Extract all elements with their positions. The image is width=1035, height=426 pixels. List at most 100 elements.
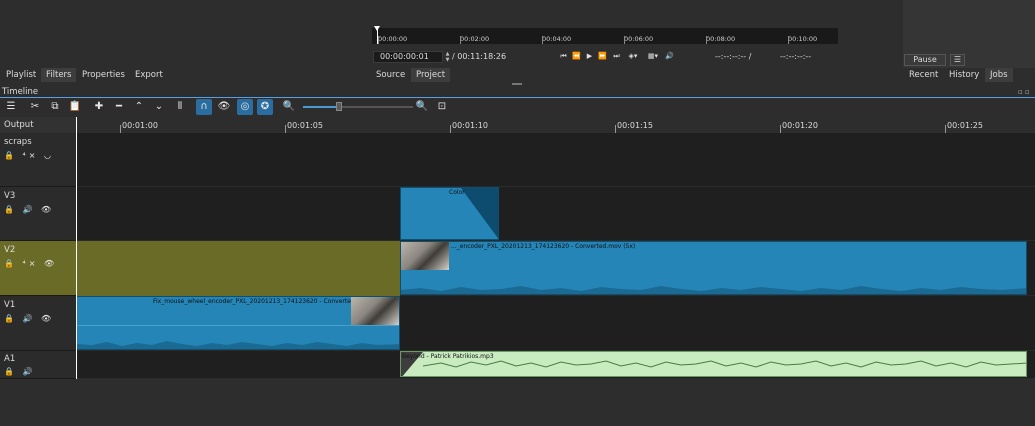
ruler-tick	[706, 36, 707, 44]
track-lane-v2[interactable]: ..._encoder_PXL_20201213_174123620 - Con…	[76, 241, 1035, 296]
split-at-playhead-icon[interactable]: ⫴	[172, 99, 188, 115]
tab-source[interactable]: Source	[371, 68, 410, 82]
timeline-ruler-label: 00:01:25	[947, 121, 983, 130]
audio-waveform	[401, 286, 1026, 294]
track-controls-icons[interactable]: 🔒 🔊 👁	[4, 205, 54, 214]
ruler-tick	[788, 36, 789, 44]
splitter-handle[interactable]	[512, 83, 522, 85]
track-lane-v1[interactable]: Fix_mouse_wheel_encoder_PXL_20201213_174…	[76, 296, 1035, 351]
tab-jobs[interactable]: Jobs	[985, 68, 1013, 82]
clip-title: Color	[449, 189, 465, 196]
clip-thumbnail	[351, 297, 399, 325]
in-point-label: --:--:--:-- /	[715, 52, 752, 61]
fast-forward-button[interactable]: ⏩	[597, 50, 608, 62]
player-ruler-label: 00:00:00	[378, 35, 408, 43]
zoom-slider-handle[interactable]	[336, 102, 342, 111]
in-out-toggle-button[interactable]: ◈▾	[625, 50, 641, 62]
ruler-tick	[378, 36, 379, 44]
tab-filters[interactable]: Filters	[41, 68, 77, 82]
timeline-ruler-tick	[780, 125, 781, 133]
play-button[interactable]: ▶	[584, 50, 595, 62]
panel-float-close-icons[interactable]: ▫ ▫	[1018, 88, 1030, 96]
timeline-ruler-label: 00:01:20	[782, 121, 818, 130]
clip-thumbnail	[401, 242, 449, 270]
tab-properties[interactable]: Properties	[77, 68, 130, 82]
tab-history[interactable]: History	[944, 68, 984, 82]
track-header-a1[interactable]: A1 🔒 🔊	[0, 351, 76, 379]
timeline-ruler[interactable]	[76, 117, 1035, 133]
grid-button[interactable]: ▦▾	[645, 50, 661, 62]
ripple-all-tracks-icon[interactable]: ✪	[257, 99, 273, 115]
zoom-fit-icon[interactable]: ⊡	[434, 99, 450, 115]
player-ruler[interactable]: 00:00:00 00:02:00 00:04:00 00:06:00 00:0…	[372, 28, 838, 44]
cut-icon[interactable]: ✂	[27, 99, 43, 115]
tab-recent[interactable]: Recent	[904, 68, 943, 82]
track-lane-v3[interactable]: Color	[76, 187, 1035, 241]
timeline-playhead[interactable]	[76, 117, 77, 379]
lift-icon[interactable]: ⌃	[131, 99, 147, 115]
ripple-icon[interactable]: ◎	[237, 99, 253, 115]
skip-to-start-button[interactable]: ⏮	[558, 50, 569, 62]
track-scraps: scraps 🔒 ⁴× ◡	[0, 133, 1035, 187]
timeline-ruler-tick	[285, 125, 286, 133]
track-header-v1[interactable]: V1 🔒 🔊 👁	[0, 296, 76, 351]
track-header-v2[interactable]: V2 🔒 ⁴× 👁	[0, 241, 76, 296]
position-timecode-input[interactable]: 00:00:00:01	[373, 51, 443, 63]
track-name: scraps	[4, 137, 32, 147]
tab-export[interactable]: Export	[130, 68, 168, 82]
track-name: V2	[4, 245, 16, 255]
snap-magnet-icon[interactable]: ∩	[196, 99, 212, 115]
track-a1: A1 🔒 🔊 Beyond - Patrick Patrikios.mp3	[0, 351, 1035, 379]
scrub-while-dragging-icon[interactable]: 👁	[216, 99, 232, 115]
track-controls-icons[interactable]: 🔒 🔊	[4, 367, 35, 376]
track-header-v3[interactable]: V3 🔒 🔊 👁	[0, 187, 76, 241]
paste-icon[interactable]: 📋	[67, 99, 83, 115]
track-header-scraps[interactable]: scraps 🔒 ⁴× ◡	[0, 133, 76, 187]
tab-playlist[interactable]: Playlist	[1, 68, 41, 82]
copy-icon[interactable]: ⧉	[47, 99, 63, 115]
player-ruler-label: 00:10:00	[788, 35, 818, 43]
clip-title: ..._encoder_PXL_20201213_174123620 - Con…	[451, 243, 636, 250]
track-lane-a1[interactable]: Beyond - Patrick Patrikios.mp3	[76, 351, 1035, 379]
append-icon[interactable]: ✚	[91, 99, 107, 115]
v2-video-clip[interactable]: ..._encoder_PXL_20201213_174123620 - Con…	[400, 241, 1027, 295]
track-v3: V3 🔒 🔊 👁 Color	[0, 187, 1035, 241]
clip-title: Fix_mouse_wheel_encoder_PXL_20201213_174…	[153, 298, 370, 305]
zoom-out-icon[interactable]: 🔍	[281, 99, 297, 115]
pause-jobs-button[interactable]: Pause	[904, 54, 946, 66]
track-controls-icons[interactable]: 🔒 ⁴× ◡	[4, 151, 54, 160]
player-ruler-label: 00:02:00	[460, 35, 490, 43]
timeline-ruler-label: 00:01:15	[617, 121, 653, 130]
track-controls-icons[interactable]: 🔒 🔊 👁	[4, 314, 54, 323]
volume-button[interactable]: 🔊	[664, 50, 675, 62]
a1-audio-clip[interactable]: Beyond - Patrick Patrikios.mp3	[400, 351, 1027, 377]
color-clip[interactable]: Color	[400, 187, 499, 240]
track-lane-scraps[interactable]	[76, 133, 1035, 187]
track-v2: V2 🔒 ⁴× 👁 ..._encoder_PXL_20201213_17412…	[0, 241, 1035, 296]
zoom-in-icon[interactable]: 🔍	[414, 99, 430, 115]
timeline-menu-icon[interactable]: ☰	[3, 99, 19, 115]
skip-to-end-button[interactable]: ⏭	[611, 50, 622, 62]
timecode-spinner[interactable]: ▲ ▼	[444, 51, 451, 63]
timeline-empty-area[interactable]	[0, 379, 1035, 426]
v2-selected-gap[interactable]	[76, 241, 400, 296]
player-ruler-label: 00:04:00	[542, 35, 572, 43]
v1-video-clip[interactable]: Fix_mouse_wheel_encoder_PXL_20201213_174…	[76, 296, 400, 350]
duration-label: / 00:11:18:26	[452, 52, 507, 61]
overwrite-icon[interactable]: ⌄	[151, 99, 167, 115]
rewind-button[interactable]: ⏪	[571, 50, 582, 62]
ruler-tick	[624, 36, 625, 44]
track-name: A1	[4, 354, 16, 364]
tab-project[interactable]: Project	[411, 68, 451, 82]
shotcut-window: 00:00:00 00:02:00 00:04:00 00:06:00 00:0…	[0, 0, 1035, 426]
ruler-tick	[542, 36, 543, 44]
ruler-tick	[460, 36, 461, 44]
player-playhead-handle[interactable]	[374, 26, 380, 31]
jobs-menu-button[interactable]: ☰	[950, 54, 965, 66]
track-name: V3	[4, 191, 16, 201]
timeline-toolbar: ☰ ✂ ⧉ 📋 ✚ ━ ⌃ ⌄ ⫴ ∩ 👁 ◎ ✪ 🔍 🔍 ⊡	[0, 98, 1035, 116]
timeline-ruler-tick	[615, 125, 616, 133]
track-controls-icons[interactable]: 🔒 ⁴× 👁	[4, 259, 57, 268]
ripple-delete-icon[interactable]: ━	[111, 99, 127, 115]
clip-divider	[77, 325, 399, 326]
